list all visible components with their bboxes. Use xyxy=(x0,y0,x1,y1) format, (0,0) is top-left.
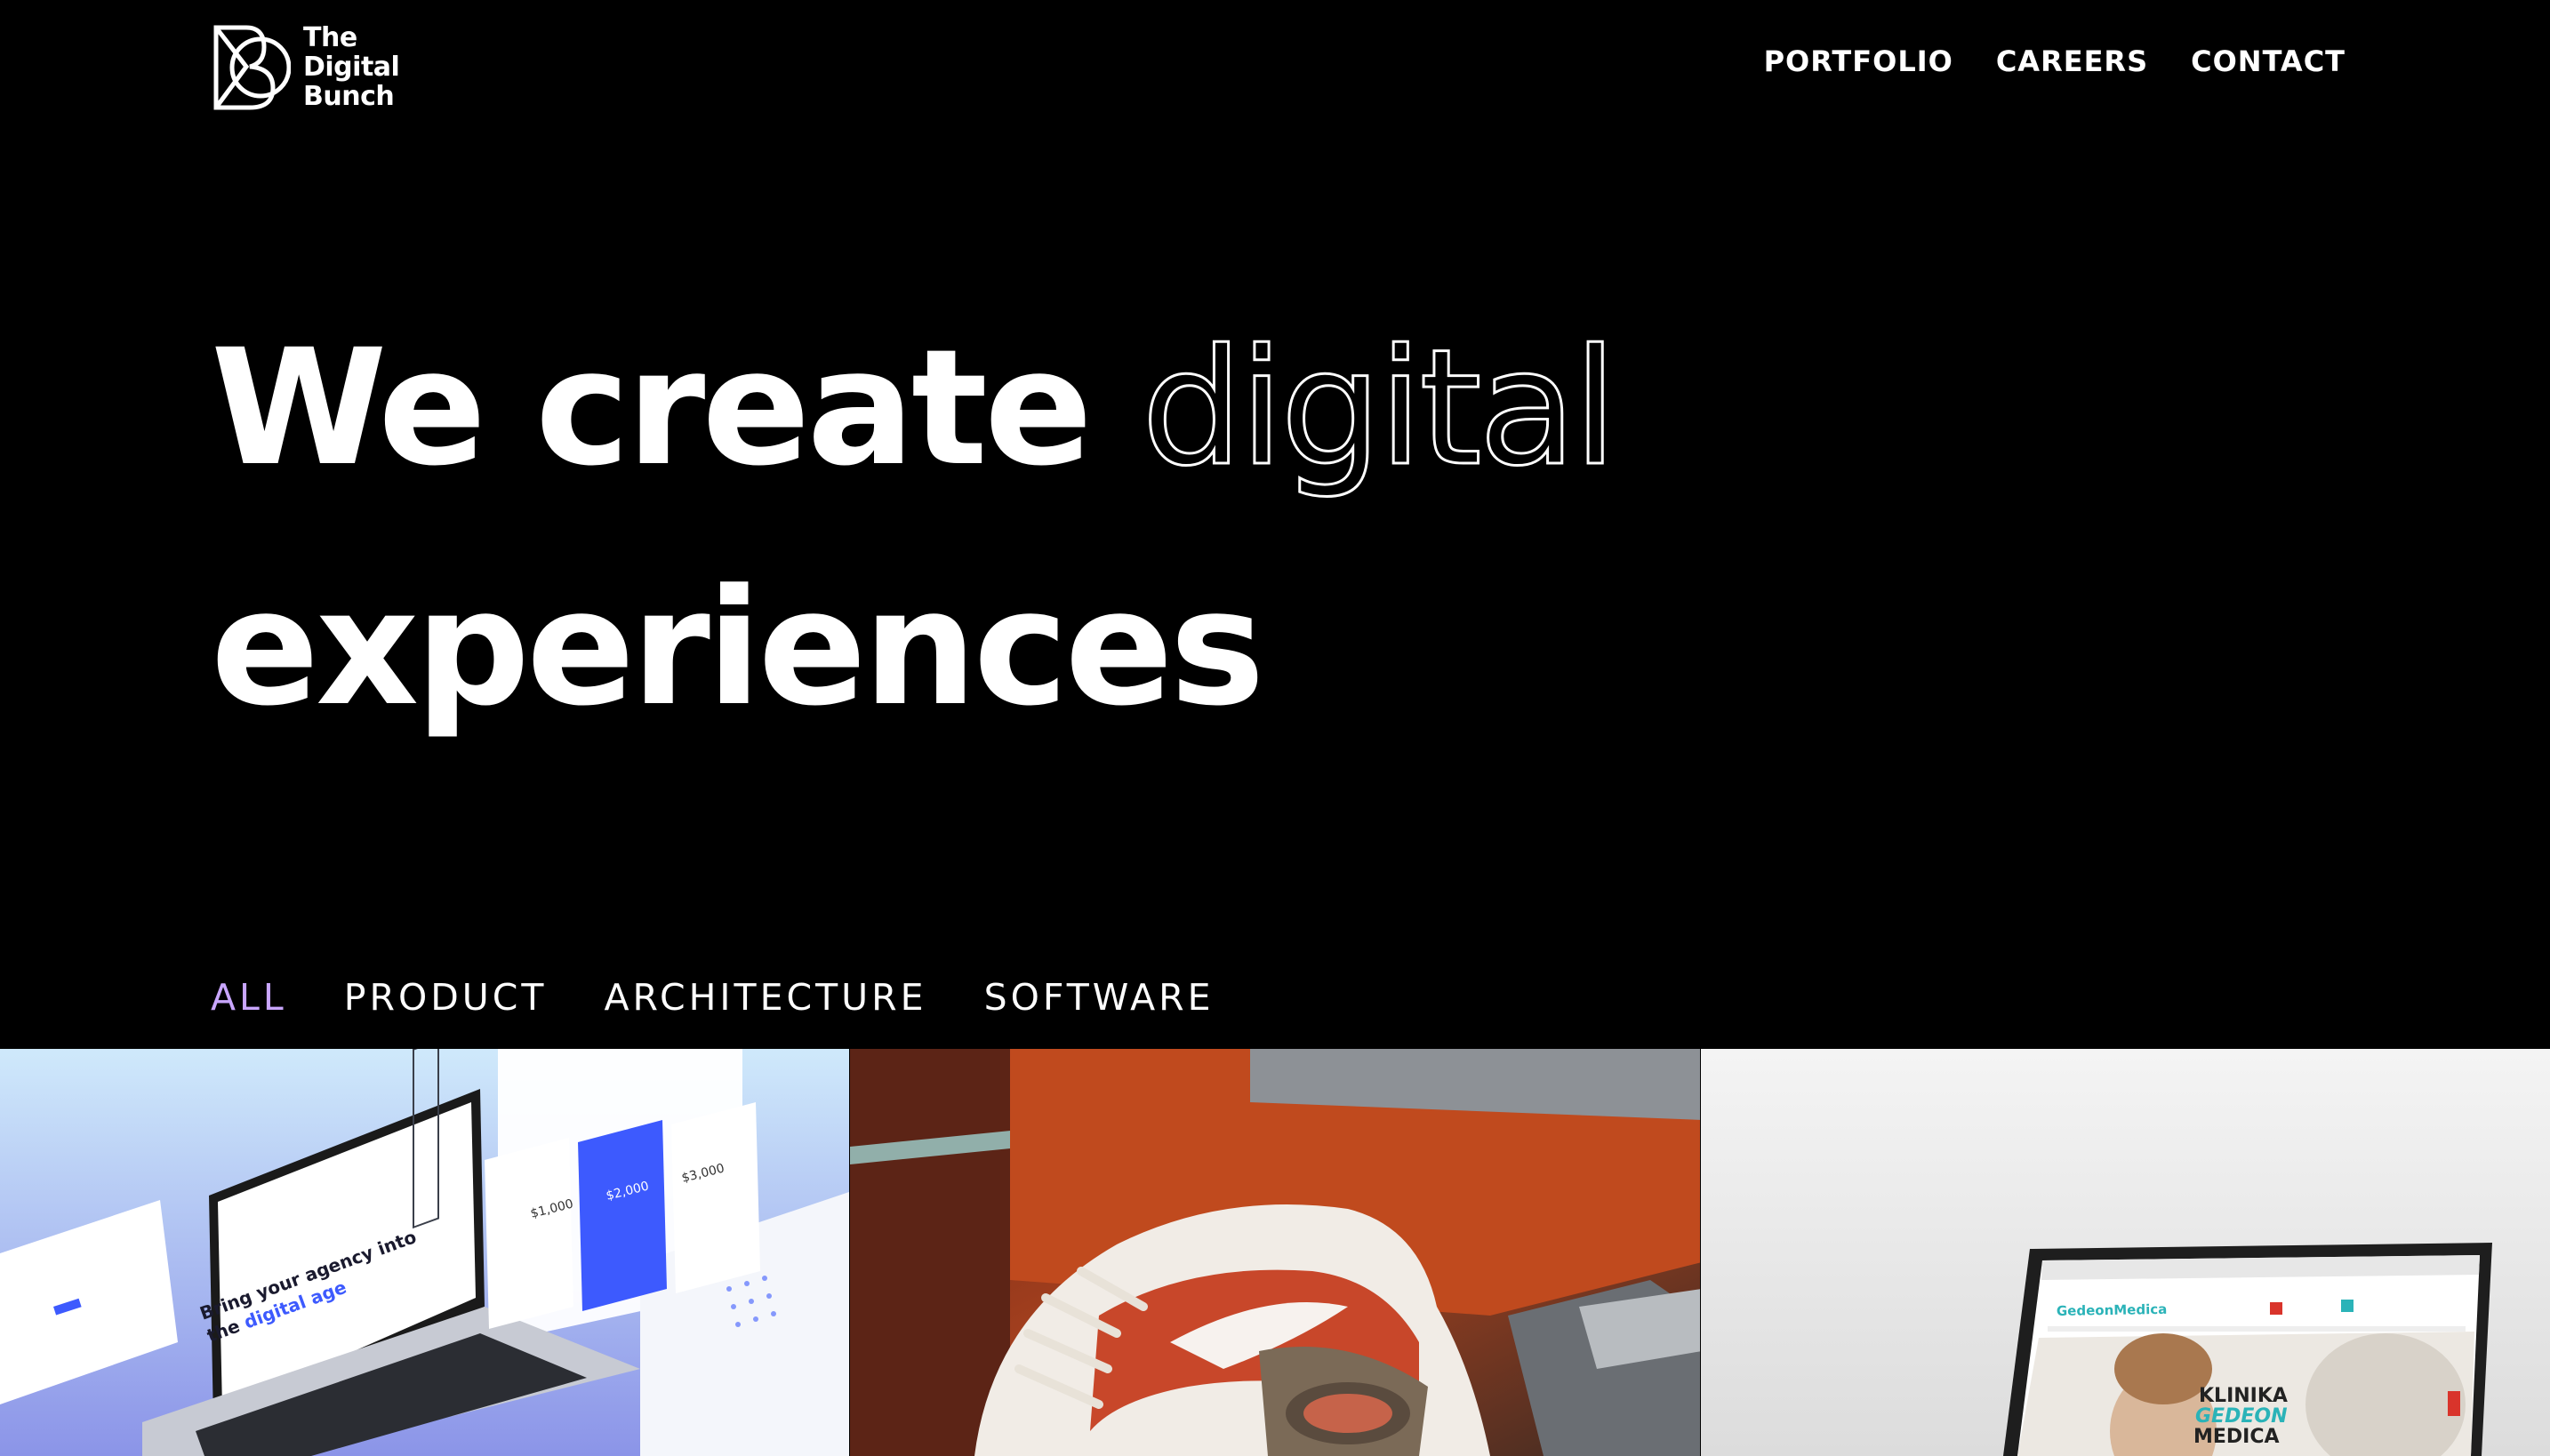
nav-contact[interactable]: CONTACT xyxy=(2191,44,2346,78)
clinic-site-brand: GedeonMedica xyxy=(2056,1301,2167,1319)
nav-careers[interactable]: CAREERS xyxy=(1996,44,2148,78)
filter-all[interactable]: ALL xyxy=(211,976,287,1019)
main-nav: PORTFOLIO CAREERS CONTACT xyxy=(1764,44,2346,78)
nav-portfolio[interactable]: PORTFOLIO xyxy=(1764,44,1953,78)
clinic-hero-line-1: KLINIKA xyxy=(2199,1385,2288,1407)
brand-name: The Digital Bunch xyxy=(303,22,400,112)
filter-software[interactable]: SOFTWARE xyxy=(984,976,1215,1019)
brand-line-3: Bunch xyxy=(303,81,395,112)
logo-mark-icon xyxy=(213,25,291,109)
portfolio-grid: $1,000 $2,000 $3,000 Bring your agency i… xyxy=(0,1049,2550,1456)
hero-line-2: experiences xyxy=(211,547,1614,787)
hero-text-outline: digital xyxy=(1140,315,1618,503)
brand-line-2: Digital xyxy=(303,52,400,83)
portfolio-tile-clinic[interactable]: GedeonMedica KLINIKA GEDEON MEDICA xyxy=(1700,1049,2550,1456)
hero-text-line2: experiences xyxy=(211,556,1265,741)
clinic-laptop-image: GedeonMedica KLINIKA GEDEON MEDICA xyxy=(1700,1049,2550,1456)
brand-logo[interactable]: The Digital Bunch xyxy=(211,22,400,112)
portfolio-filters: ALL PRODUCT ARCHITECTURE SOFTWARE xyxy=(211,976,1215,1019)
page: The Digital Bunch PORTFOLIO CAREERS CONT… xyxy=(0,0,2550,1456)
sneaker-photo-image xyxy=(850,1049,1700,1456)
hero-text-solid: We create xyxy=(211,316,1142,501)
agency-mockup-image: $1,000 $2,000 $3,000 Bring your agency i… xyxy=(0,1049,850,1456)
filter-architecture[interactable]: ARCHITECTURE xyxy=(604,976,926,1019)
portfolio-tile-sneaker[interactable] xyxy=(850,1049,1700,1456)
brand-line-1: The xyxy=(303,22,357,53)
filter-product[interactable]: PRODUCT xyxy=(344,976,548,1019)
portfolio-tile-agency[interactable]: $1,000 $2,000 $3,000 Bring your agency i… xyxy=(0,1049,850,1456)
clinic-hero-line-2: GEDEON xyxy=(2195,1405,2288,1428)
hero-line-1: We create digital xyxy=(211,307,1619,547)
hero-heading: We create digital experiences xyxy=(211,307,1619,787)
clinic-hero-line-3: MEDICA xyxy=(2193,1426,2280,1448)
